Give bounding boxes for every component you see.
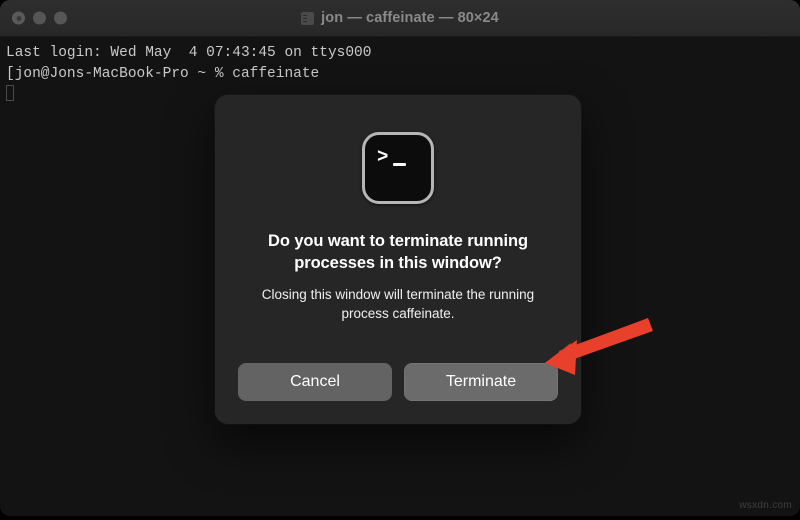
prompt-underscore-icon	[393, 163, 406, 166]
prompt-chevron-icon: >	[377, 146, 389, 168]
traffic-light-buttons	[12, 11, 67, 25]
window-title-group: jon — caffeinate — 80×24	[0, 10, 800, 26]
terminate-processes-dialog: > Do you want to terminate running proce…	[215, 95, 581, 424]
dialog-title: Do you want to terminate running process…	[268, 232, 528, 272]
zoom-window-button[interactable]	[54, 11, 67, 25]
terminal-cursor	[6, 85, 14, 101]
terminal-line: [jon@Jons-MacBook-Pro ~ % caffeinate	[6, 66, 320, 82]
terminate-button[interactable]: Terminate	[404, 363, 558, 401]
terminal-line: Last login: Wed May 4 07:43:45 on ttys00…	[6, 45, 372, 61]
dialog-button-row: Cancel Terminate	[215, 363, 581, 401]
terminal-app-icon	[301, 11, 315, 25]
dialog-message: Closing this window will terminate the r…	[261, 287, 535, 321]
window-titlebar[interactable]: jon — caffeinate — 80×24	[0, 0, 800, 37]
close-window-button[interactable]	[12, 11, 25, 25]
window-title: jon — caffeinate — 80×24	[321, 10, 499, 26]
minimize-window-button[interactable]	[33, 11, 46, 25]
watermark: wsxdn.com	[739, 500, 792, 511]
cancel-button[interactable]: Cancel	[238, 363, 392, 401]
dialog-terminal-icon: >	[362, 132, 434, 204]
